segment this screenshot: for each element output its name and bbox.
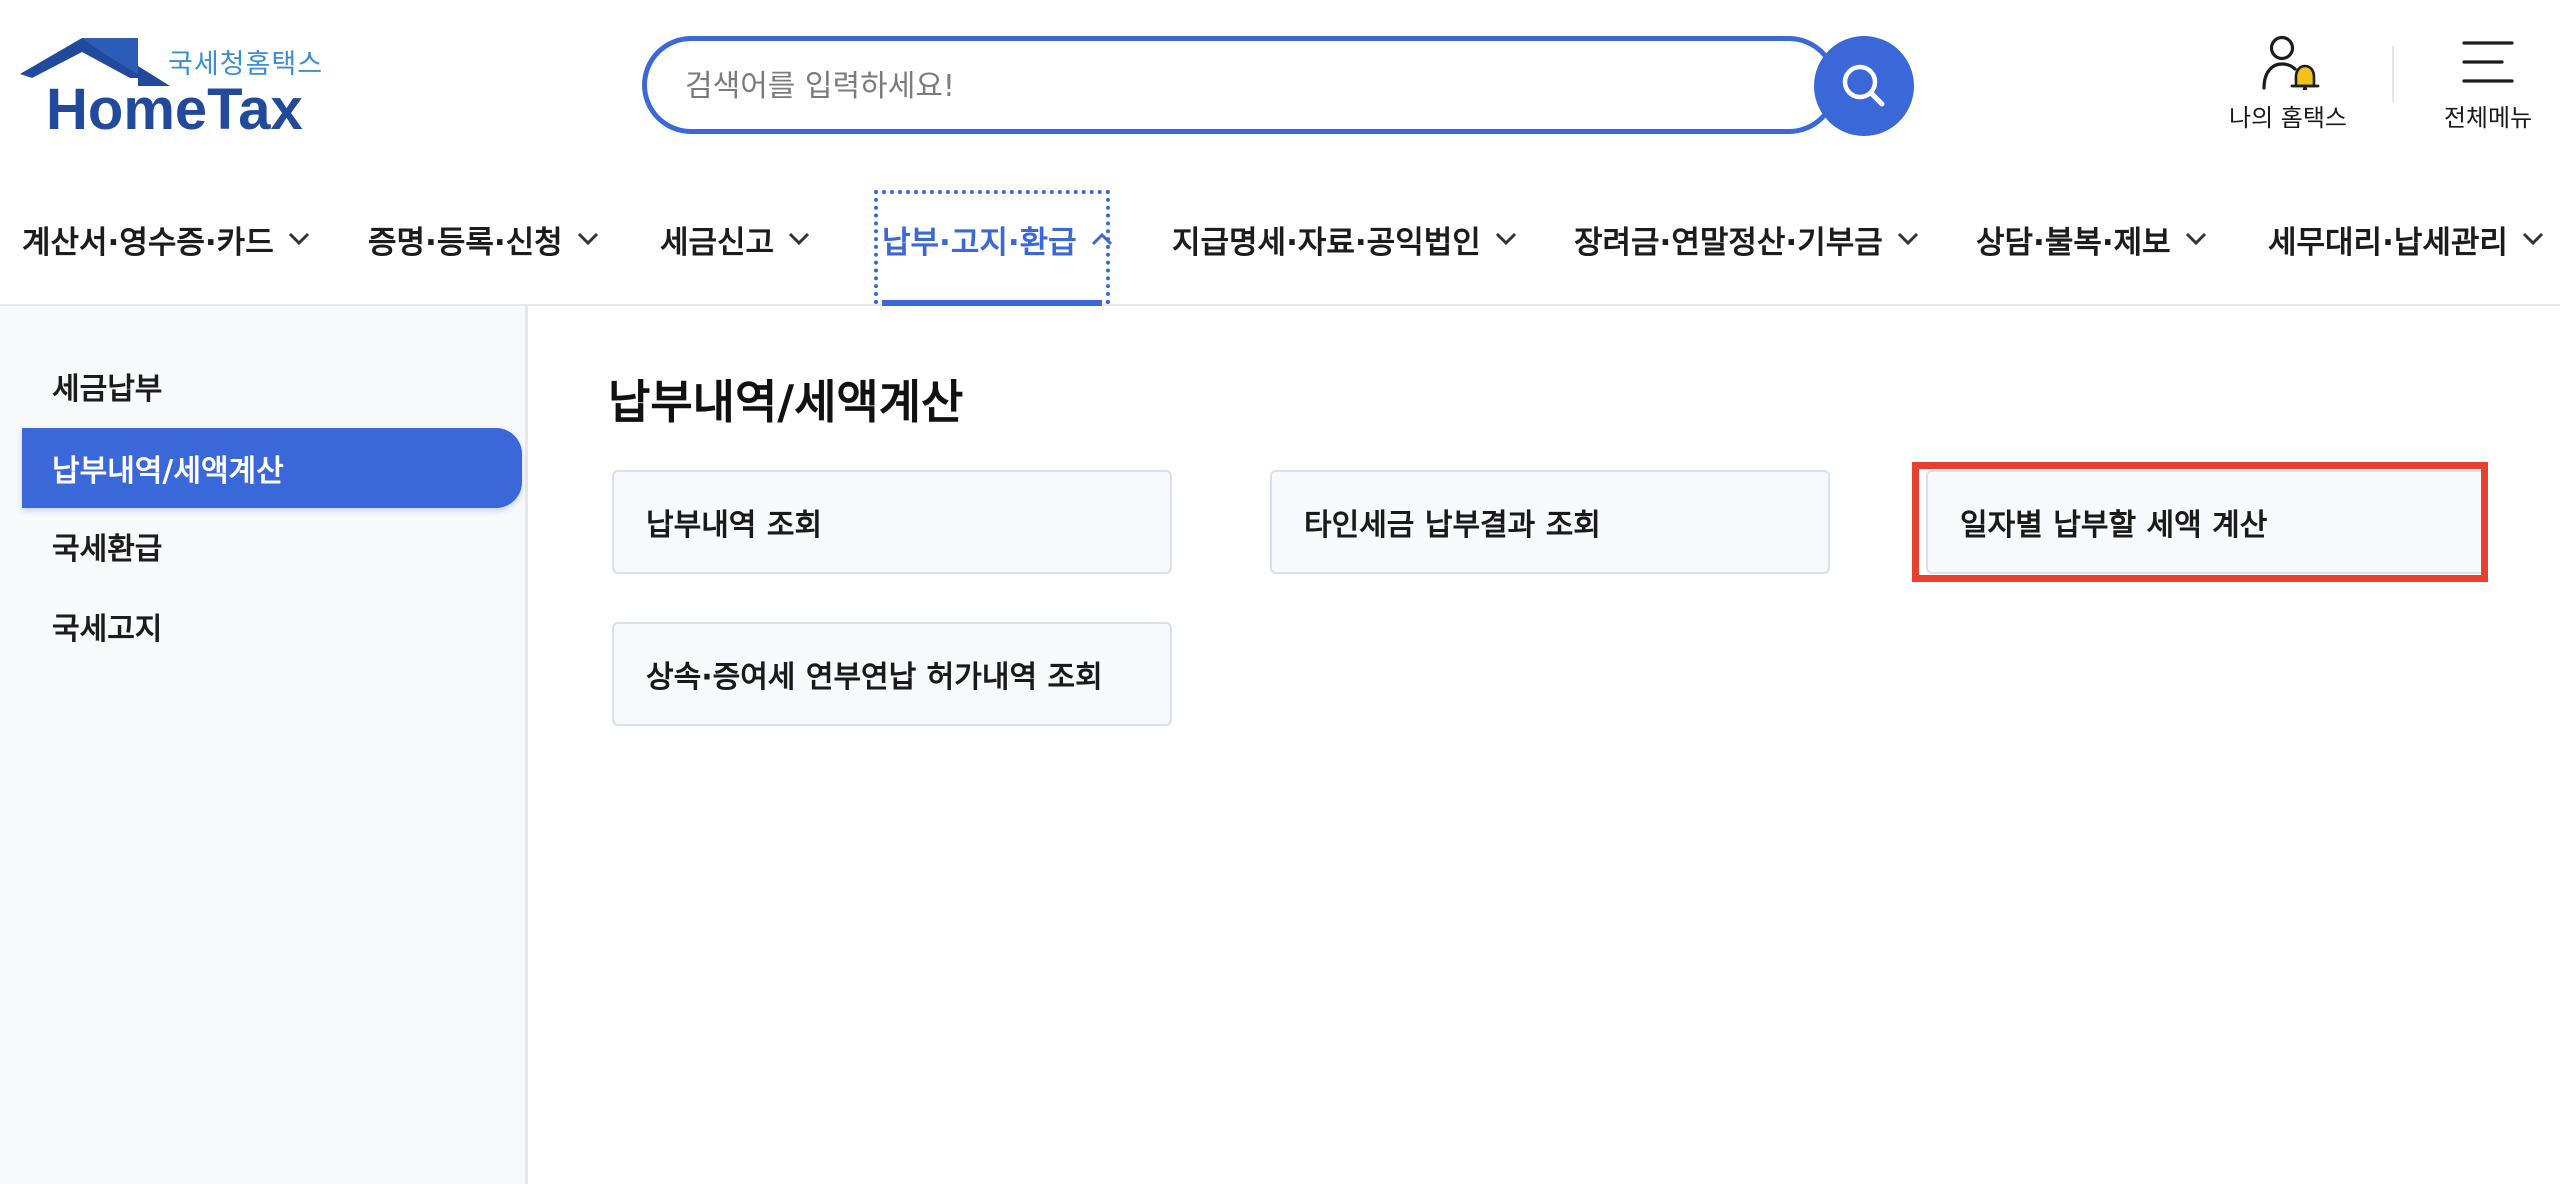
chevron-up-icon [1091,232,1113,246]
my-hometax-button[interactable]: 나의 홈택스 [2218,34,2358,133]
gnb-label: 지급명세·자료·공익법인 [1172,224,1481,261]
gnb-label: 상담·불복·제보 [1976,224,2171,261]
card-label: 납부내역 조회 [646,508,823,543]
sidebar-item-tax-payment[interactable]: 세금납부 [22,346,522,426]
logo-title: HomeTax [46,77,303,142]
card-label: 상속·증여세 연부연납 허가내역 조회 [646,660,1103,695]
sidebar-item-label: 국세고지 [52,612,163,647]
sidebar-item-notice[interactable]: 국세고지 [22,586,522,666]
search-button[interactable] [1814,36,1914,136]
card-label: 타인세금 납부결과 조회 [1304,508,1601,543]
chevron-down-icon [1495,232,1517,246]
gnb-active-underline [882,300,1102,306]
hometax-logo[interactable]: 국세청홈택스 HomeTax [20,38,340,142]
gnb-item-certificate[interactable]: 증명·등록·신청 [368,172,599,306]
gnb-label: 납부·고지·환급 [882,224,1077,261]
card-installment-permit[interactable]: 상속·증여세 연부연납 허가내역 조회 [612,622,1172,726]
gnb-item-tax-report[interactable]: 세금신고 [660,172,810,306]
chevron-down-icon [2185,232,2207,246]
global-nav: 계산서·영수증·카드 증명·등록·신청 세금신고 납부·고지·환급 지급명세·자… [0,172,2560,306]
chevron-down-icon [1897,232,1919,246]
search-icon [1842,64,1885,107]
gnb-item-statement[interactable]: 지급명세·자료·공익법인 [1172,172,1517,306]
card-others-payment-result[interactable]: 타인세금 납부결과 조회 [1270,470,1830,574]
gnb-label: 증명·등록·신청 [368,224,563,261]
gnb-item-incentive[interactable]: 장려금·연말정산·기부금 [1574,172,1919,306]
chevron-down-icon [788,232,810,246]
gnb-label: 계산서·영수증·카드 [22,224,274,261]
all-menu-button[interactable]: 전체메뉴 [2428,34,2548,133]
search-input[interactable] [685,63,1725,109]
gnb-item-agent[interactable]: 세무대리·납세관리 [2268,172,2544,306]
chevron-down-icon [288,232,310,246]
hamburger-menu-icon [2462,41,2514,83]
card-label: 일자별 납부할 세액 계산 [1960,508,2268,543]
card-daily-tax-calculation[interactable]: 일자별 납부할 세액 계산 [1926,470,2486,574]
search-box [642,36,1838,134]
header-divider [2392,46,2394,102]
gnb-item-consult[interactable]: 상담·불복·제보 [1976,172,2207,306]
gnb-item-payment[interactable]: 납부·고지·환급 [882,172,1113,306]
chevron-down-icon [2522,232,2544,246]
sidebar-item-label: 납부내역/세액계산 [52,454,284,489]
gnb-label: 세무대리·납세관리 [2268,224,2508,261]
gnb-item-invoice[interactable]: 계산서·영수증·카드 [22,172,310,306]
gnb-label: 세금신고 [660,224,775,261]
sidebar-item-label: 세금납부 [52,372,163,407]
user-bell-icon [2262,35,2320,92]
page-title: 납부내역/세액계산 [608,375,964,429]
site-header: 국세청홈택스 HomeTax 나의 홈택스 전체메뉴 [0,0,2560,172]
my-hometax-label: 나의 홈택스 [2228,104,2348,132]
side-menu: 세금납부 납부내역/세액계산 국세환급 국세고지 [0,306,528,1184]
card-payment-history[interactable]: 납부내역 조회 [612,470,1172,574]
gnb-label: 장려금·연말정산·기부금 [1574,224,1883,261]
sidebar-item-refund[interactable]: 국세환급 [22,506,522,586]
all-menu-label: 전체메뉴 [2443,104,2533,132]
chevron-down-icon [577,232,599,246]
sidebar-item-label: 국세환급 [52,532,163,567]
sidebar-item-payment-history[interactable]: 납부내역/세액계산 [22,428,522,508]
